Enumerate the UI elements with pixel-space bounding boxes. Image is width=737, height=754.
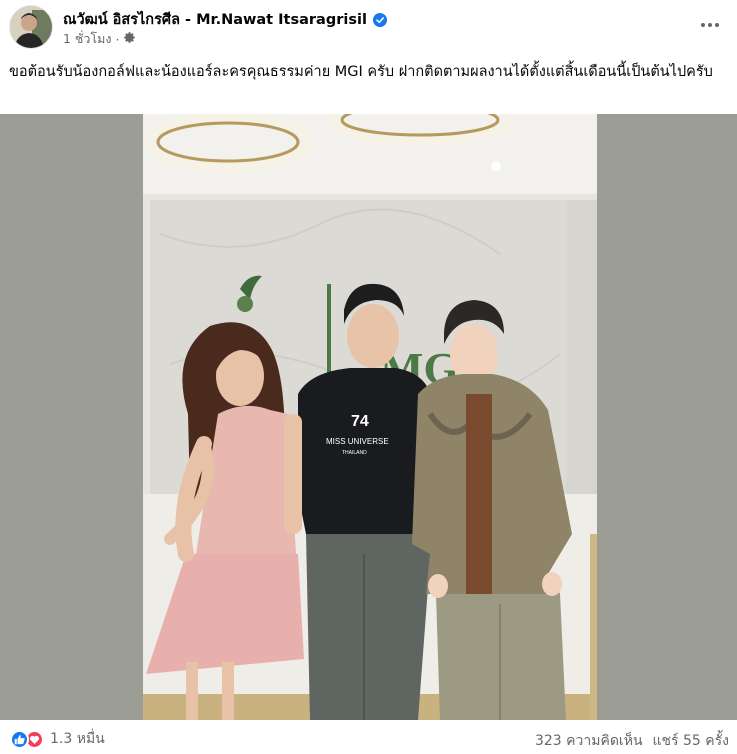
photo-illustration: MGI 74 MISS UNIVERSE THAILAND <box>0 114 737 720</box>
reactions-summary[interactable]: 1.3 หมื่น <box>10 728 105 750</box>
post-photo[interactable]: MGI 74 MISS UNIVERSE THAILAND <box>0 114 737 720</box>
verified-badge-icon <box>372 12 387 27</box>
more-dot <box>701 23 705 27</box>
more-dot <box>715 23 719 27</box>
shirt-country: THAILAND <box>342 450 367 456</box>
post-caption: ขอต้อนรับน้องกอล์ฟและน้องแอร์ละครคุณธรรม… <box>9 64 713 80</box>
shirt-text: MISS UNIVERSE <box>326 437 389 446</box>
post-meta: 1 ชั่วโมง · <box>63 29 136 49</box>
more-dot <box>708 23 712 27</box>
author-name[interactable]: ณวัฒน์ อิสรไกรศีล - Mr.Nawat Itsaragrisi… <box>63 8 367 31</box>
shirt-number: 74 <box>351 413 369 430</box>
post-footer: 1.3 หมื่น 323 ความคิดเห็น แชร์ 55 ครั้ง <box>0 722 737 754</box>
reactions-count: 1.3 หมื่น <box>50 731 105 747</box>
comments-count-link[interactable]: 323 ความคิดเห็น <box>535 730 643 752</box>
shares-count-link[interactable]: แชร์ 55 ครั้ง <box>653 730 729 752</box>
gear-icon[interactable] <box>123 31 136 47</box>
post-header: ณวัฒน์ อิสรไกรศีล - Mr.Nawat Itsaragrisi… <box>0 0 737 56</box>
author-name-row: ณวัฒน์ อิสรไกรศีล - Mr.Nawat Itsaragrisi… <box>63 8 387 31</box>
meta-separator: · <box>115 31 120 47</box>
engagement-stats: 323 ความคิดเห็น แชร์ 55 ครั้ง <box>535 730 729 752</box>
post-timestamp[interactable]: 1 ชั่วโมง <box>63 29 112 49</box>
more-options-button[interactable] <box>696 13 724 37</box>
author-avatar[interactable] <box>9 5 53 49</box>
like-icon <box>10 729 29 749</box>
